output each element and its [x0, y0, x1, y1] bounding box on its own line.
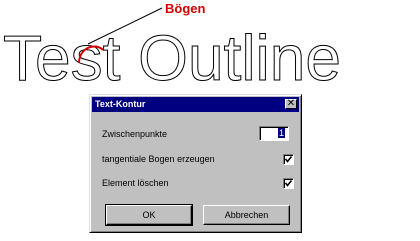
delete-element-checkbox[interactable] [283, 178, 294, 189]
checkmark-icon [284, 180, 293, 187]
delete-element-label: Element löschen [102, 178, 169, 188]
text-outline-dialog: Text-Kontur ✕ Zwischenpunkte 1 tangentia… [89, 94, 302, 233]
intermediate-points-label: Zwischenpunkte [102, 129, 168, 139]
intermediate-points-input[interactable]: 1 [259, 126, 289, 141]
dialog-titlebar[interactable]: Text-Kontur ✕ [92, 97, 299, 112]
outline-text: Test Outline [3, 22, 341, 94]
cancel-button[interactable]: Abbrechen [203, 205, 290, 225]
tangential-arcs-label: tangentiale Bogen erzeugen [102, 154, 215, 164]
annotation-label: Bögen [165, 1, 206, 16]
tangential-arcs-checkbox[interactable] [283, 154, 294, 165]
close-icon: ✕ [286, 98, 296, 109]
close-button[interactable]: ✕ [285, 99, 297, 109]
intermediate-points-value: 1 [277, 128, 285, 138]
checkmark-icon [284, 156, 293, 163]
ok-button[interactable]: OK [105, 204, 193, 226]
dialog-title: Text-Kontur [95, 99, 146, 109]
